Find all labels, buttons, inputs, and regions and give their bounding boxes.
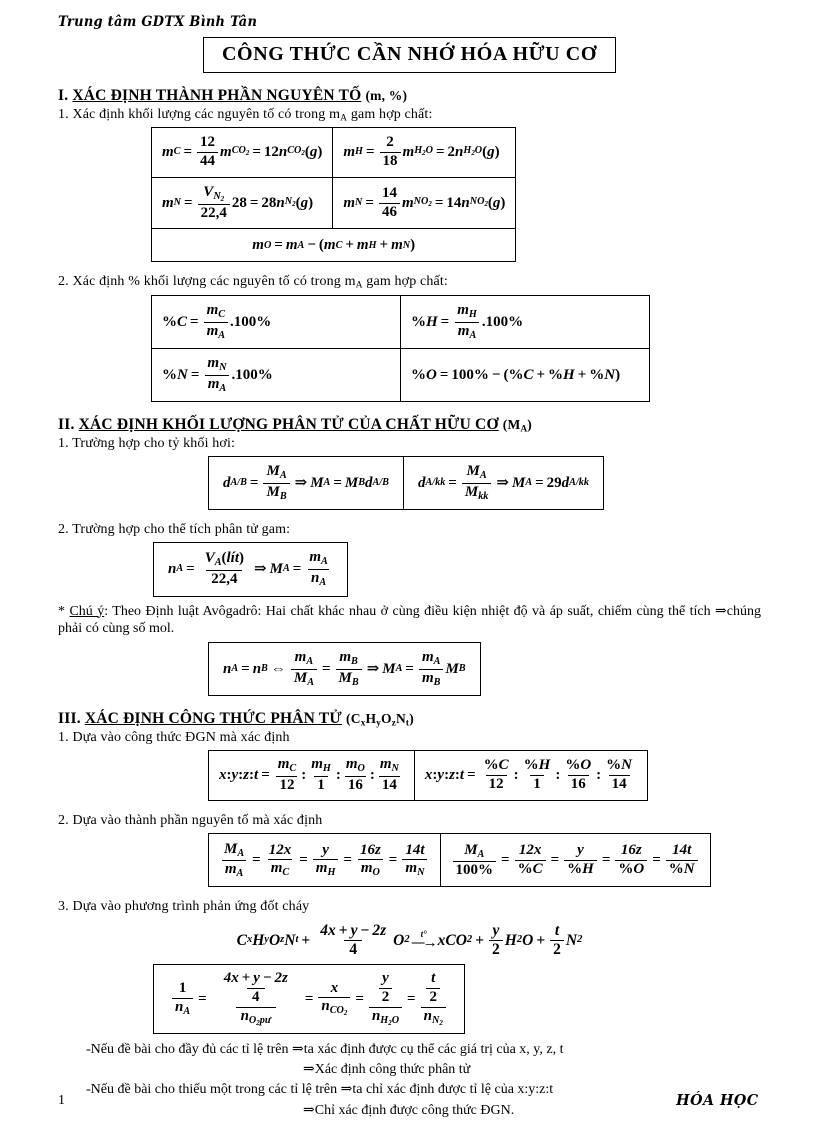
density-table-wrap: d A/B = MA MB ⇒ M A = M Bd A/B d A/kk = MA Mkk ⇒ M A = 29 d A/…: [58, 456, 761, 511]
table-row: x: y: z: t = mC 12: mH 1: mO 16: mN 14 x: y: z: t = %C 12:…: [208, 750, 649, 801]
table-row: MA mA = 12x mC = y mH = 16z mO = 14t mN MA 100% = 12x %C =…: [208, 832, 711, 887]
formula-combustion-ratio: 1 nA = 4x + y −2z 4 nO2pư = x nCO2 = y 2 nH2O = t…: [153, 964, 465, 1034]
note-label: Chú ý: [69, 603, 105, 619]
section-1-sub-2: 2. Xác định % khối lượng các nguyên tố c…: [58, 274, 448, 292]
footer-subject: HÓA HỌC: [676, 1091, 759, 1109]
formula-composition-mass: MA mA = 12x mC = y mH = 16z mO = 14t mN: [208, 832, 441, 887]
table-row: d A/B = MA MB ⇒ M A = M Bd A/B d A/kk = MA Mkk ⇒ M A = 29 d A/…: [208, 456, 605, 511]
section-1-heading: I. XÁC ĐỊNH THÀNH PHẦN NGUYÊN TỐ (m, %): [58, 87, 761, 105]
formula-density-ab: d A/B = MA MB ⇒ M A = M Bd A/B: [208, 456, 404, 511]
avogadro-box-wrap: n A = n B ⇔ mA MA = mB MB ⇒ M A = mA mB M B: [58, 642, 761, 697]
section-1-sub-1: 1. Xác định khối lượng các nguyên tố có …: [58, 106, 433, 124]
formula-percent-nitrogen: % N = mN mA .100%: [151, 348, 401, 403]
formula-density-air: d A/kk = MA Mkk ⇒ M A = 29 d A/kk: [402, 456, 605, 511]
ratio-table-wrap: x: y: z: t = mC 12: mH 1: mO 16: mN 14 x: y: z: t = %C 12:…: [58, 750, 761, 801]
percent-formula-table-wrap: % C = mC mA .100% % H = mH mA .100% % N = mN mA .100% %…: [58, 295, 761, 403]
combustion-ratio-box-wrap: 1 nA = 4x + y −2z 4 nO2pư = x nCO2 = y 2 nH2O = t…: [58, 964, 761, 1034]
section-2-heading: II. XÁC ĐỊNH KHỐI LƯỢNG PHÂN TỬ CỦA CHẤT…: [58, 416, 761, 434]
formula-mass-oxygen: m O = m A −(m C + m H + m N): [150, 228, 517, 263]
composition-table-wrap: MA mA = 12x mC = y mH = 16z mO = 14t mN MA 100% = 12x %C =…: [58, 832, 761, 887]
table-row: % C = mC mA .100% % H = mH mA .100%: [151, 295, 650, 350]
section-1-title: XÁC ĐỊNH THÀNH PHẦN NGUYÊN TỐ: [72, 86, 362, 104]
section-3-number: III.: [58, 710, 81, 728]
table-row: m O = m A −(m C + m H + m N): [150, 228, 517, 263]
section-2-tail: (MA): [502, 417, 532, 434]
section-3-heading: III. XÁC ĐỊNH CÔNG THỨC PHÂN TỬ (CxHyOzN…: [58, 710, 761, 728]
avogadro-note: * Chú ý: Theo Định luật Avôgadrô: Hai ch…: [58, 603, 761, 637]
table-row: m C = 12 44 m CO2 = 12 n CO2(g) m H = 2 18 m H2O = 2 n H2O(g…: [150, 127, 517, 178]
table-row: % N = mN mA .100% % O = 100% −(% C +% H +% N): [151, 348, 650, 403]
school-header: Trung tâm GDTX Bình Tân: [58, 14, 258, 30]
formula-percent-oxygen: % O = 100% −(% C +% H +% N): [400, 348, 650, 403]
formula-volume-mol: n A = VA(lít) 22,4 ⇒ M A = mA nA: [153, 542, 348, 597]
formula-avogadro: n A = n B ⇔ mA MA = mB MB ⇒ M A = mA mB M B: [208, 642, 481, 697]
document-page: Trung tâm GDTX Bình Tân CÔNG THỨC CẦN NH…: [0, 0, 816, 1123]
volume-box-wrap: n A = VA(lít) 22,4 ⇒ M A = mA nA: [58, 542, 761, 597]
density-formula-table: d A/B = MA MB ⇒ M A = M Bd A/B d A/kk = MA Mkk ⇒ M A = 29 d A/…: [208, 456, 605, 511]
section-2-sub-2: 2. Trường hợp cho thể tích phân tử gam:: [58, 522, 291, 538]
combustion-equation: Cx Hy Oz Nt +4x + y −2z 4 O 2 t° ⎯⎯→ xCO 2 + y 2 H 2 O + t 2 N 2: [236, 921, 583, 959]
conclusion-line-2: ⇒Xác định công thức phân tử: [303, 1062, 471, 1078]
section-2-title: XÁC ĐỊNH KHỐI LƯỢNG PHÂN TỬ CỦA CHẤT HỮU…: [78, 416, 499, 434]
conclusion-line-1: -Nếu đề bài cho đầy đủ các tỉ lệ trên ⇒t…: [86, 1041, 564, 1057]
table-row: m N = VN2 22,4 28 = 28 n N2(g) m N = 14 46 m NO2 = 14 n NO2…: [150, 176, 517, 230]
mass-formula-table: m C = 12 44 m CO2 = 12 n CO2(g) m H = 2 18 m H2O = 2 n H2O(g…: [150, 127, 517, 263]
mass-formula-table-wrap: m C = 12 44 m CO2 = 12 n CO2(g) m H = 2 18 m H2O = 2 n H2O(g…: [58, 127, 761, 263]
section-3-title: XÁC ĐỊNH CÔNG THỨC PHÂN TỬ: [84, 710, 342, 728]
section-2-number: II.: [58, 416, 75, 434]
section-3-sub-1: 1. Dựa vào công thức ĐGN mà xác định: [58, 730, 290, 746]
title-row: CÔNG THỨC CẦN NHỚ HÓA HỮU CƠ: [58, 36, 761, 73]
section-3-sub-2: 2. Dựa vào thành phần nguyên tố mà xác đ…: [58, 812, 323, 828]
page-title: CÔNG THỨC CẦN NHỚ HÓA HỮU CƠ: [203, 36, 616, 73]
formula-mass-nitrogen-no2: m N = 14 46 m NO2 = 14 n NO2(g): [332, 176, 517, 230]
formula-percent-carbon: % C = mC mA .100%: [151, 295, 401, 350]
formula-mass-hydrogen: m H = 2 18 m H2O = 2 n H2O(g): [332, 127, 517, 178]
formula-ratio-percent: x: y: z: t = %C 12: %H 1: %O 16: %N 14: [413, 750, 649, 801]
formula-composition-percent: MA 100% = 12x %C = y %H = 16z %O = 14t %N: [439, 832, 711, 887]
composition-formula-table: MA mA = 12x mC = y mH = 16z mO = 14t mN MA 100% = 12x %C =…: [208, 832, 711, 887]
percent-formula-table: % C = mC mA .100% % H = mH mA .100% % N = mN mA .100% %…: [151, 295, 650, 403]
page-footer: 1 HÓA HỌC: [58, 1091, 761, 1109]
section-3-sub-3: 3. Dựa vào phương trình phản ứng đốt chá…: [58, 898, 310, 914]
formula-mass-nitrogen-volume: m N = VN2 22,4 28 = 28 n N2(g): [150, 176, 334, 230]
section-2-sub-1: 1. Trường hợp cho tỷ khối hơi:: [58, 436, 236, 452]
page-number: 1: [58, 1093, 65, 1108]
formula-percent-hydrogen: % H = mH mA .100%: [400, 295, 650, 350]
section-1-number: I.: [58, 86, 69, 104]
formula-mass-carbon: m C = 12 44 m CO2 = 12 n CO2(g): [150, 127, 334, 178]
section-1-tail: (m, %): [365, 87, 408, 103]
section-3-tail: (CxHyOzNt): [346, 711, 414, 728]
formula-ratio-mass: x: y: z: t = mC 12: mH 1: mO 16: mN 14: [208, 750, 415, 801]
ratio-formula-table: x: y: z: t = mC 12: mH 1: mO 16: mN 14 x: y: z: t = %C 12:…: [208, 750, 649, 801]
